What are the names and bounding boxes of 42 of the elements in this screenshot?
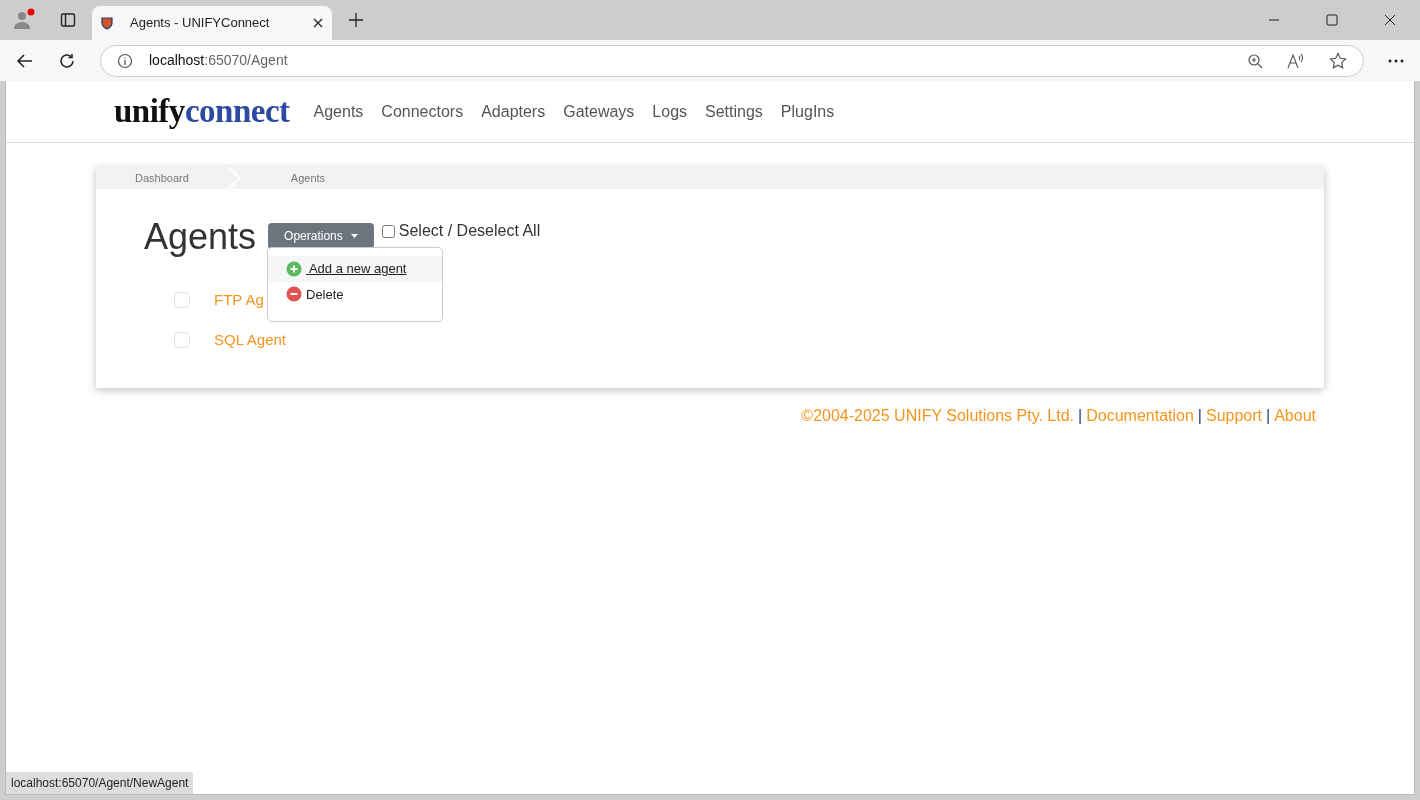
separator: | bbox=[1197, 406, 1202, 427]
close-icon[interactable] bbox=[312, 17, 324, 29]
browser-tab[interactable]: Agents - UNIFYConnect bbox=[92, 6, 332, 40]
more-icon[interactable] bbox=[1388, 58, 1404, 63]
profile-icon[interactable] bbox=[12, 8, 36, 32]
remove-icon bbox=[286, 286, 302, 303]
maximize-icon[interactable] bbox=[1326, 14, 1338, 26]
new-tab-icon[interactable] bbox=[348, 12, 364, 28]
separator: | bbox=[1078, 406, 1083, 427]
reload-icon[interactable] bbox=[58, 51, 76, 70]
breadcrumb-link[interactable]: Dashboard bbox=[96, 169, 227, 187]
select-all-checkbox[interactable] bbox=[381, 224, 395, 238]
shield-icon bbox=[100, 16, 114, 30]
nav-link[interactable]: Connectors bbox=[381, 99, 464, 124]
copyright-text: ©2004-2025 UNIFY Solutions Pty. Ltd. bbox=[801, 406, 1075, 427]
agent-checkbox[interactable] bbox=[174, 292, 190, 309]
nav-link[interactable]: Settings bbox=[705, 99, 763, 124]
close-window-icon[interactable] bbox=[1384, 14, 1396, 26]
back-icon[interactable] bbox=[16, 51, 34, 70]
status-url: localhost:65070/Agent/NewAgent bbox=[6, 772, 194, 794]
separator: | bbox=[1266, 406, 1271, 427]
agent-checkbox[interactable] bbox=[174, 332, 190, 349]
page-heading: Agents bbox=[144, 215, 257, 259]
menu-item[interactable]: Delete bbox=[268, 281, 442, 307]
operations-button[interactable]: Operations bbox=[268, 223, 374, 249]
select-all-label: Select / Deselect All bbox=[398, 221, 541, 241]
nav-link[interactable]: PlugIns bbox=[780, 99, 835, 124]
logo[interactable]: unifyconnect bbox=[114, 86, 290, 137]
breadcrumb-link[interactable]: Agents bbox=[240, 169, 326, 187]
menu-item[interactable]: Add a new agent bbox=[268, 256, 442, 282]
address-bar[interactable]: localhost:65070/Agent bbox=[100, 44, 1364, 77]
tab-actions-icon[interactable] bbox=[60, 12, 76, 28]
add-icon bbox=[286, 260, 302, 277]
favorite-star-icon[interactable] bbox=[1329, 51, 1347, 70]
read-aloud-icon[interactable] bbox=[1287, 52, 1305, 69]
info-icon[interactable] bbox=[117, 52, 133, 69]
zoom-icon[interactable] bbox=[1247, 52, 1263, 69]
nav-link[interactable]: Logs bbox=[652, 99, 688, 124]
nav-link[interactable]: Agents bbox=[313, 99, 364, 124]
nav-link[interactable]: Gateways bbox=[563, 99, 635, 124]
nav-link[interactable]: Adapters bbox=[481, 99, 546, 124]
caret-icon bbox=[350, 234, 358, 238]
